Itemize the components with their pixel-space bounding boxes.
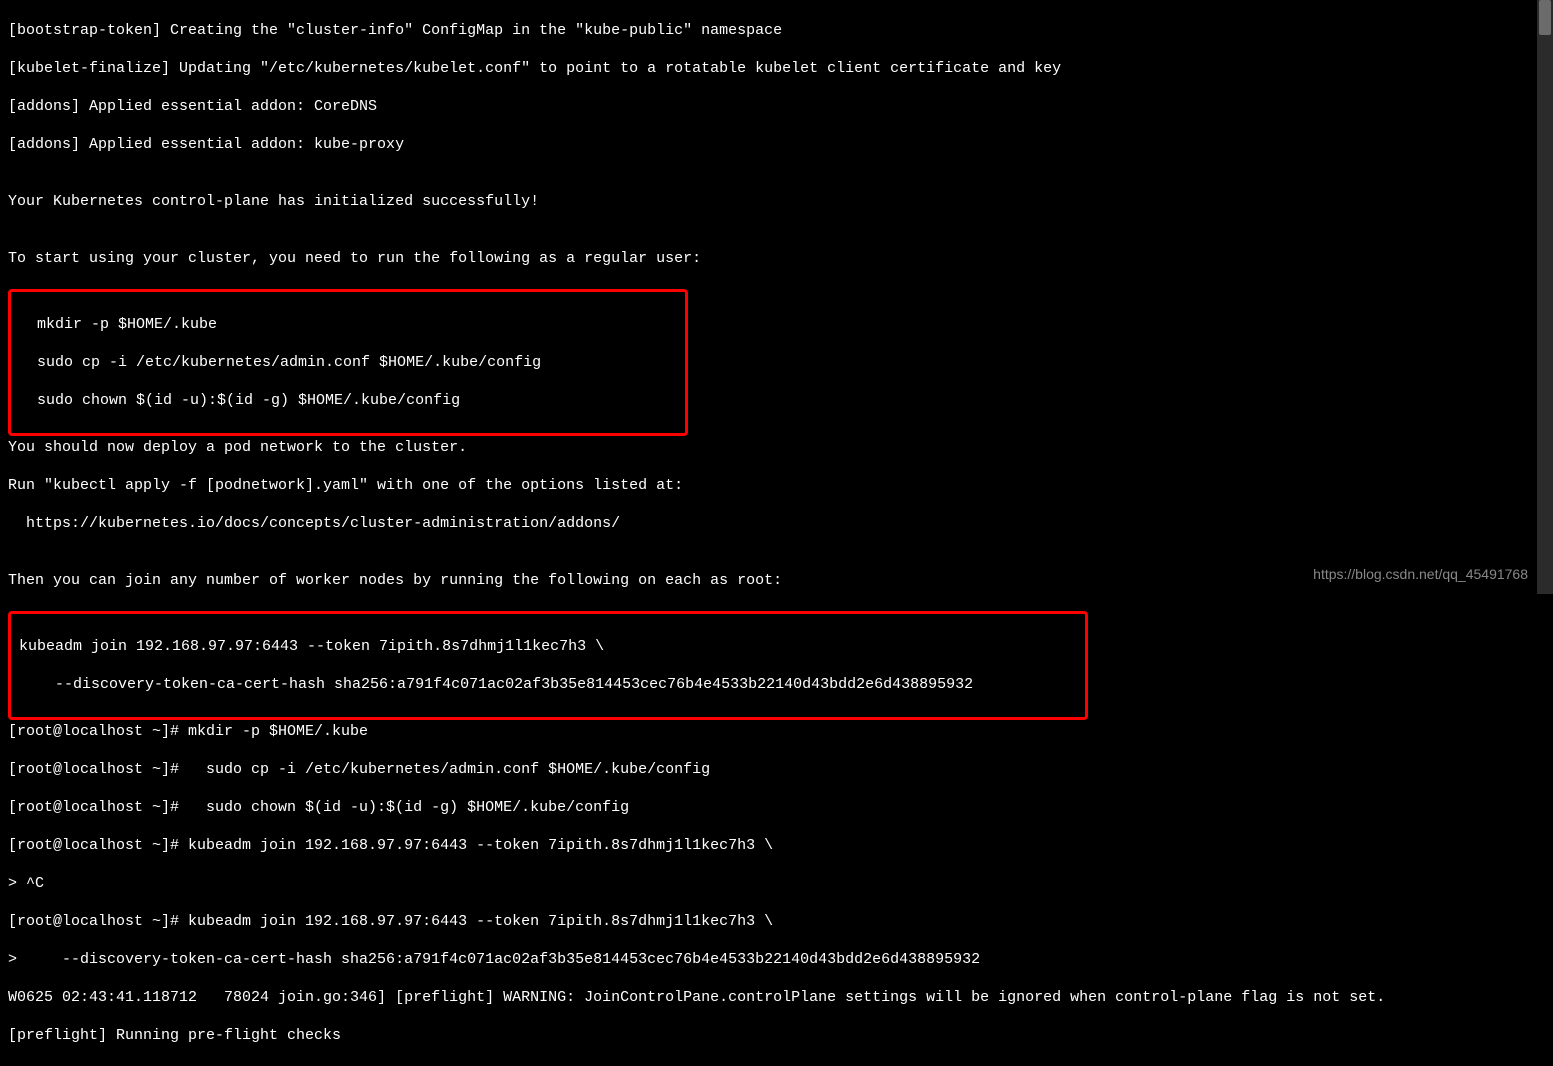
output-line: You should now deploy a pod network to t… xyxy=(8,438,1525,457)
command-line: kubeadm join 192.168.97.97:6443 --token … xyxy=(19,637,1077,656)
command-line: sudo chown $(id -u):$(id -g) $HOME/.kube… xyxy=(19,391,677,410)
output-line: Your Kubernetes control-plane has initia… xyxy=(8,192,1525,211)
output-line: https://kubernetes.io/docs/concepts/clus… xyxy=(8,514,1525,533)
highlight-box-join-command: kubeadm join 192.168.97.97:6443 --token … xyxy=(8,611,1088,720)
prompt-line: [root@localhost ~]# mkdir -p $HOME/.kube xyxy=(8,722,1525,741)
output-line: [kubelet-finalize] Updating "/etc/kubern… xyxy=(8,59,1525,78)
prompt-line: [root@localhost ~]# kubeadm join 192.168… xyxy=(8,836,1525,855)
output-line: W0625 02:43:41.118712 78024 join.go:346]… xyxy=(8,988,1525,1007)
highlight-box-user-setup: mkdir -p $HOME/.kube sudo cp -i /etc/kub… xyxy=(8,289,688,436)
output-line: Run "kubectl apply -f [podnetwork].yaml"… xyxy=(8,476,1525,495)
output-line: To start using your cluster, you need to… xyxy=(8,249,1525,268)
command-line: sudo cp -i /etc/kubernetes/admin.conf $H… xyxy=(19,353,677,372)
prompt-line: [root@localhost ~]# sudo cp -i /etc/kube… xyxy=(8,760,1525,779)
output-line: [bootstrap-token] Creating the "cluster-… xyxy=(8,21,1525,40)
prompt-line: [root@localhost ~]# sudo chown $(id -u):… xyxy=(8,798,1525,817)
scrollbar-thumb[interactable] xyxy=(1539,0,1551,35)
vertical-scrollbar[interactable] xyxy=(1537,0,1553,594)
output-line: Then you can join any number of worker n… xyxy=(8,571,1525,590)
output-line: [preflight] Running pre-flight checks xyxy=(8,1026,1525,1045)
output-line: [addons] Applied essential addon: kube-p… xyxy=(8,135,1525,154)
terminal-output[interactable]: [bootstrap-token] Creating the "cluster-… xyxy=(0,0,1533,1066)
prompt-line: [root@localhost ~]# kubeadm join 192.168… xyxy=(8,912,1525,931)
prompt-line: > --discovery-token-ca-cert-hash sha256:… xyxy=(8,950,1525,969)
command-line: --discovery-token-ca-cert-hash sha256:a7… xyxy=(19,675,1077,694)
output-line: [addons] Applied essential addon: CoreDN… xyxy=(8,97,1525,116)
prompt-line: > ^C xyxy=(8,874,1525,893)
watermark-text: https://blog.csdn.net/qq_45491768 xyxy=(1313,565,1528,584)
command-line: mkdir -p $HOME/.kube xyxy=(19,315,677,334)
